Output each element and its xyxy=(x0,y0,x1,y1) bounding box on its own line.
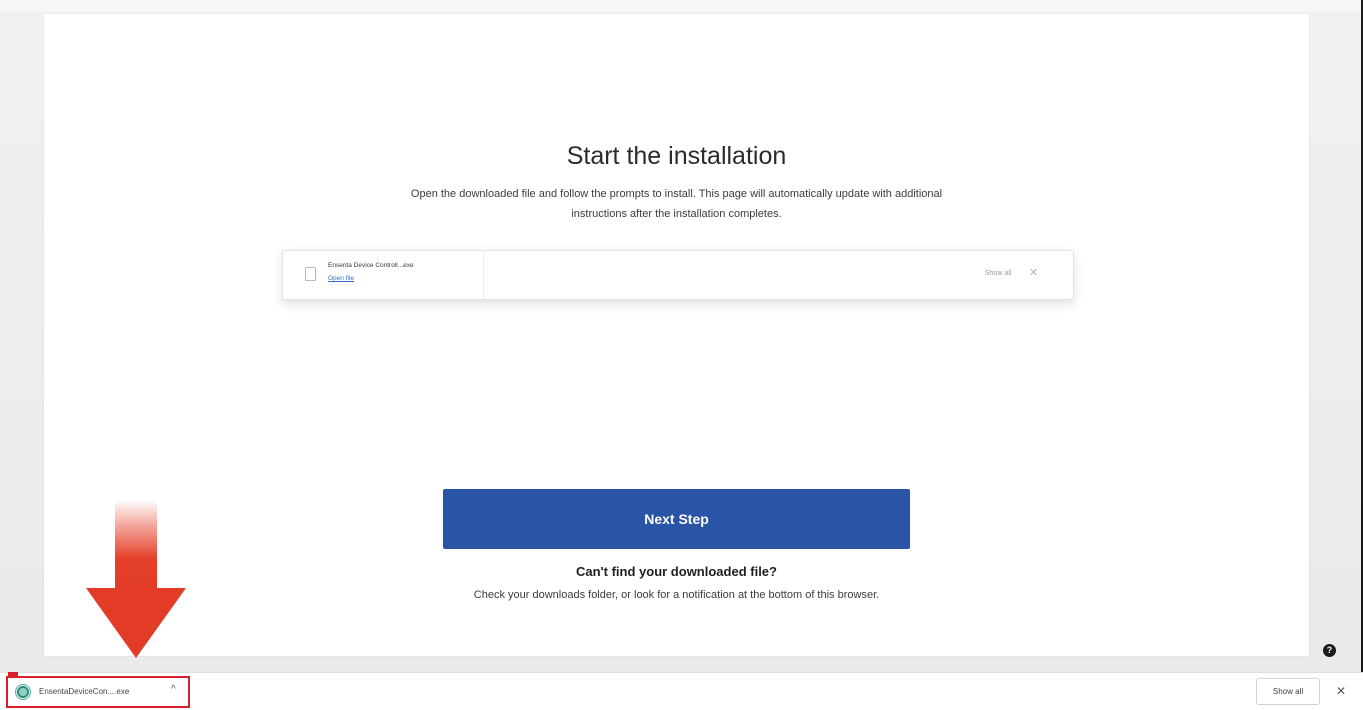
illustration-download-item: Ensenta Device Controll...exe Open file xyxy=(283,251,484,299)
chevron-up-icon[interactable]: ^ xyxy=(171,684,176,695)
illustration-file-name: Ensenta Device Controll...exe xyxy=(328,262,414,269)
file-icon xyxy=(305,267,316,281)
page-content-card: Start the installation Open the download… xyxy=(44,14,1309,656)
page-title: Start the installation xyxy=(566,142,787,170)
download-item[interactable]: EnsentaDeviceCon....exe ^ xyxy=(6,676,190,708)
help-icon[interactable]: ? xyxy=(1323,644,1336,657)
red-arrow-down-icon xyxy=(86,588,186,658)
illustration-show-all: Show all xyxy=(985,270,1012,277)
top-strip xyxy=(0,0,1363,12)
browser-viewport: Start the installation Open the download… xyxy=(0,0,1363,710)
page-description: Open the downloaded file and follow the … xyxy=(410,188,943,220)
red-arrow-shaft xyxy=(115,500,157,590)
help-text: Check your downloads folder, or look for… xyxy=(473,589,880,601)
ensenta-app-icon xyxy=(15,684,31,700)
highlight-corner-marker xyxy=(8,672,18,676)
browser-download-bar: EnsentaDeviceCon....exe ^ Show all ✕ xyxy=(0,672,1363,710)
show-all-button[interactable]: Show all xyxy=(1256,678,1320,705)
download-bar-illustration: Ensenta Device Controll...exe Open file … xyxy=(282,250,1074,300)
download-file-name: EnsentaDeviceCon....exe xyxy=(39,687,130,696)
close-icon[interactable]: ✕ xyxy=(1331,681,1351,701)
help-heading: Can't find your downloaded file? xyxy=(576,564,777,579)
illustration-open-file-link: Open file xyxy=(328,275,355,282)
illustration-close-icon: ✕ xyxy=(1029,267,1039,279)
next-step-button[interactable]: Next Step xyxy=(443,489,910,549)
